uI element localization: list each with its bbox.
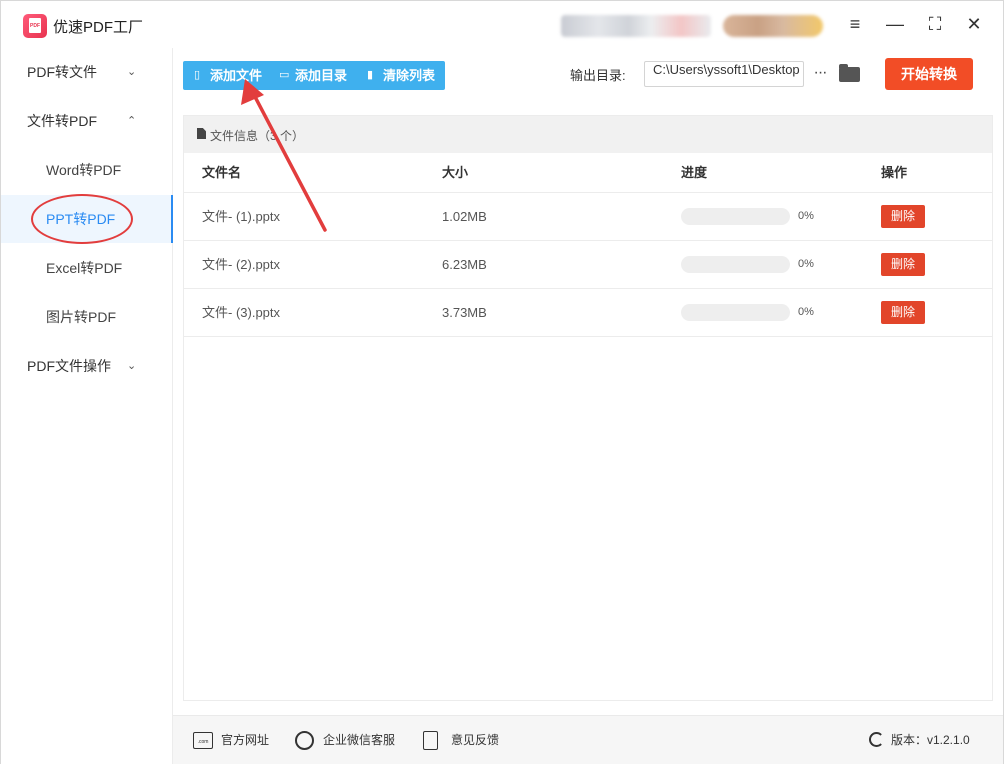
title-bar: 优速PDF工厂 ≡ — ⛶ ✕ [1, 1, 1003, 48]
sidebar-item-label: Excel转PDF [46, 260, 123, 276]
panel-header: 文件信息（3 个） [184, 116, 992, 153]
start-convert-button[interactable]: 开始转换 [885, 58, 973, 90]
chat-icon [295, 731, 314, 750]
sidebar-item-label: 图片转PDF [46, 309, 116, 325]
column-header-size: 大小 [442, 165, 469, 180]
add-file-button[interactable]: ▯ 添加文件 [194, 61, 262, 90]
open-folder-icon[interactable] [839, 64, 861, 82]
file-list-panel: 文件信息（3 个） 文件名 大小 进度 操作 文件- (1).pptx 1.02… [183, 115, 993, 701]
table-row: 文件- (3).pptx 3.73MB 0% 删除 [184, 289, 992, 337]
sidebar-item-ppt-to-pdf[interactable]: PPT转PDF [1, 195, 173, 243]
app-title: 优速PDF工厂 [53, 19, 144, 36]
sidebar-item-label: Word转PDF [46, 162, 122, 178]
menu-icon[interactable]: ≡ [844, 13, 866, 35]
add-folder-label: 添加目录 [295, 68, 348, 83]
delete-button[interactable]: 删除 [881, 253, 925, 276]
official-site-link[interactable]: .com 官方网址 [193, 716, 269, 764]
version-label: 版本：v1.2.1.0 [891, 733, 970, 747]
app-logo-icon [23, 14, 47, 38]
file-name: 文件- (3).pptx [202, 305, 281, 320]
progress-bar [681, 208, 790, 225]
sidebar-item-label: PPT转PDF [46, 211, 116, 227]
app-window: 优速PDF工厂 ≡ — ⛶ ✕ PDF转文件 ⌄ 文件转PDF ⌃ Word转P… [0, 0, 1004, 764]
feedback-icon [423, 731, 438, 750]
trash-icon: ▮ [367, 69, 374, 81]
progress-bar [681, 256, 790, 273]
column-header-name: 文件名 [202, 165, 242, 180]
output-dir-field[interactable]: C:\Users\yssoft1\Desktop [644, 61, 804, 87]
sidebar-group-label: 文件转PDF [27, 113, 97, 129]
clear-list-button[interactable]: ▮ 清除列表 [367, 61, 435, 90]
add-file-label: 添加文件 [210, 68, 263, 83]
sidebar: PDF转文件 ⌄ 文件转PDF ⌃ Word转PDF PPT转PDF Excel… [1, 48, 173, 764]
feedback-label: 意见反馈 [451, 733, 500, 747]
table-row: 文件- (2).pptx 6.23MB 0% 删除 [184, 241, 992, 289]
progress-percent: 0% [798, 258, 814, 270]
progress-percent: 0% [798, 210, 814, 222]
footer: .com 官方网址 企业微信客服 意见反馈 版本：v1.2.1.0 [173, 715, 1003, 764]
official-site-label: 官方网址 [221, 733, 270, 747]
sidebar-group-pdf-to-file[interactable]: PDF转文件 ⌄ [1, 48, 173, 96]
file-name: 文件- (1).pptx [202, 209, 281, 224]
sidebar-item-image-to-pdf[interactable]: 图片转PDF [1, 293, 173, 341]
wechat-support-label: 企业微信客服 [323, 733, 396, 747]
panel-title: 文件信息（3 个） [210, 129, 305, 143]
wechat-support-link[interactable]: 企业微信客服 [295, 716, 395, 764]
sidebar-item-excel-to-pdf[interactable]: Excel转PDF [1, 244, 173, 292]
folder-icon: ▭ [279, 69, 290, 81]
sidebar-group-label: PDF转文件 [27, 64, 97, 80]
file-icon: ▯ [194, 69, 201, 81]
sidebar-group-file-to-pdf[interactable]: 文件转PDF ⌃ [1, 97, 173, 145]
sidebar-item-word-to-pdf[interactable]: Word转PDF [1, 146, 173, 194]
delete-button[interactable]: 删除 [881, 301, 925, 324]
version-info[interactable]: 版本：v1.2.1.0 [869, 716, 970, 764]
minimize-icon[interactable]: — [884, 13, 906, 35]
clear-list-label: 清除列表 [383, 68, 436, 83]
column-header-action: 操作 [881, 165, 908, 180]
table-header: 文件名 大小 进度 操作 [184, 153, 992, 193]
more-options-icon[interactable]: ··· [810, 61, 830, 87]
chevron-down-icon: ⌄ [127, 360, 137, 372]
file-size: 3.73MB [442, 305, 487, 320]
close-icon[interactable]: ✕ [963, 13, 985, 35]
file-size: 6.23MB [442, 257, 487, 272]
chevron-up-icon: ⌃ [127, 115, 137, 127]
refresh-icon [869, 732, 884, 747]
chevron-down-icon: ⌄ [127, 66, 137, 78]
progress-percent: 0% [798, 306, 814, 318]
blurred-user-badge[interactable] [723, 15, 823, 37]
sidebar-group-pdf-operations[interactable]: PDF文件操作 ⌄ [1, 342, 173, 390]
add-folder-button[interactable]: ▭ 添加目录 [279, 61, 347, 90]
delete-button[interactable]: 删除 [881, 205, 925, 228]
file-toolbar: ▯ 添加文件 ▭ 添加目录 ▮ 清除列表 [183, 61, 445, 90]
column-header-progress: 进度 [681, 165, 708, 180]
feedback-link[interactable]: 意见反馈 [423, 716, 499, 764]
output-dir-label: 输出目录: [570, 68, 626, 83]
file-size: 1.02MB [442, 209, 487, 224]
blurred-account-info [561, 15, 711, 37]
maximize-icon[interactable]: ⛶ [924, 13, 946, 35]
table-row: 文件- (1).pptx 1.02MB 0% 删除 [184, 193, 992, 241]
website-icon: .com [193, 732, 213, 749]
document-icon [197, 128, 206, 139]
progress-bar [681, 304, 790, 321]
sidebar-group-label: PDF文件操作 [27, 358, 111, 374]
file-name: 文件- (2).pptx [202, 257, 281, 272]
